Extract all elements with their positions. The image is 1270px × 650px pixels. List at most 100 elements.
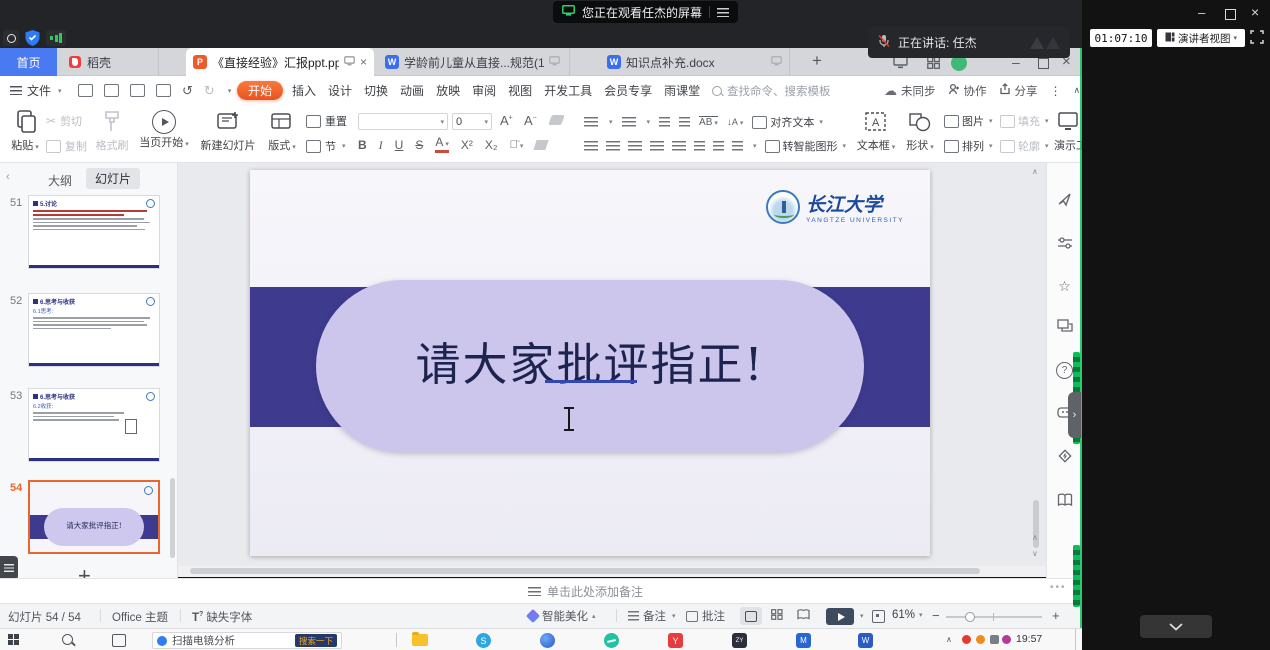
- slide-thumbnail-53[interactable]: 6.思考与收获 6.2收获:: [28, 388, 160, 462]
- menu-item-slideshow[interactable]: 放映: [436, 82, 460, 99]
- arrange-button[interactable]: 排列▾: [944, 138, 993, 154]
- menu-item-view[interactable]: 视图: [508, 82, 532, 99]
- chevron-down-icon[interactable]: ▾: [228, 87, 232, 95]
- panel-scrollbar[interactable]: [170, 478, 175, 558]
- tray-icon[interactable]: [1002, 635, 1011, 644]
- to-smartart-button[interactable]: 转智能图形▾: [765, 138, 847, 154]
- app-icon-6[interactable]: M: [796, 633, 811, 648]
- clear-format-icon[interactable]: [548, 115, 565, 125]
- column-spacing-icon[interactable]: [713, 141, 724, 151]
- scroll-up-icon[interactable]: ∧: [1032, 167, 1038, 176]
- font-name-combo[interactable]: ▾: [358, 113, 448, 130]
- cut-button[interactable]: ✂剪切: [46, 113, 82, 129]
- reading-view-button[interactable]: [792, 607, 814, 625]
- fit-window-icon[interactable]: [872, 610, 885, 623]
- slide-thumbnail-54-selected[interactable]: 请大家批评指正!: [28, 480, 160, 554]
- tray-icon[interactable]: [976, 635, 985, 644]
- increase-indent-icon[interactable]: [679, 117, 690, 127]
- workspace-grid-icon[interactable]: [927, 56, 940, 72]
- fill-button[interactable]: 填充▾: [1000, 113, 1049, 129]
- rocket-icon[interactable]: [1057, 191, 1073, 210]
- notes-resize-handle[interactable]: •••: [1050, 582, 1067, 593]
- comments-button[interactable]: 批注: [686, 608, 725, 624]
- tray-icon[interactable]: [962, 635, 971, 644]
- subscript-button[interactable]: X₂: [485, 138, 498, 152]
- command-search[interactable]: 查找命令、搜索模板: [712, 76, 831, 105]
- app-icon-3[interactable]: [604, 633, 619, 648]
- sidebar-restore-button[interactable]: [1225, 9, 1236, 20]
- file-menu[interactable]: 文件 ▾: [10, 76, 62, 105]
- menu-item-rainclass[interactable]: 雨课堂: [664, 82, 700, 99]
- fullscreen-icon[interactable]: [1250, 30, 1264, 47]
- italic-button[interactable]: I: [379, 138, 383, 153]
- watching-banner[interactable]: 您正在观看任杰的屏幕: [553, 1, 738, 23]
- menu-item-transition[interactable]: 切换: [364, 82, 388, 99]
- sidebar-minimize-button[interactable]: –: [1198, 6, 1205, 20]
- decrease-indent-icon[interactable]: [659, 117, 670, 127]
- highlight-button[interactable]: [534, 140, 549, 150]
- taskbar-search-icon[interactable]: [62, 634, 73, 645]
- zoom-level[interactable]: 61%▾: [892, 609, 923, 621]
- tab-docer[interactable]: 稻壳: [57, 48, 159, 76]
- new-tab-button[interactable]: +: [812, 51, 822, 71]
- menu-item-home[interactable]: 开始: [237, 81, 283, 100]
- duplicate-icon[interactable]: [1057, 319, 1073, 336]
- missing-font-button[interactable]: T? 缺失字体: [192, 609, 252, 625]
- taskbar-search-button[interactable]: 搜索一下: [295, 634, 337, 647]
- banner-menu-icon[interactable]: [717, 8, 729, 17]
- menu-item-animation[interactable]: 动画: [400, 82, 424, 99]
- more-options-icon[interactable]: ⋮: [1050, 84, 1062, 98]
- superscript-button[interactable]: X²: [461, 138, 473, 152]
- picture-button[interactable]: 图片▾: [944, 113, 993, 129]
- align-right-icon[interactable]: [628, 141, 642, 151]
- task-view-icon[interactable]: [112, 634, 126, 647]
- tab-document-3[interactable]: W 知识点补充.docx: [600, 48, 790, 76]
- align-center-icon[interactable]: [606, 141, 620, 151]
- increase-font-button[interactable]: A+: [500, 113, 513, 128]
- theme-label[interactable]: Office 主题: [112, 609, 168, 625]
- sync-status[interactable]: ☁ 未同步: [884, 83, 936, 99]
- collapse-panel-icon[interactable]: ‹: [6, 171, 10, 183]
- app-icon-1[interactable]: S: [476, 633, 491, 648]
- outline-tab[interactable]: 大纲: [48, 172, 72, 189]
- app-icon-5[interactable]: ZY: [732, 633, 747, 648]
- text-direction-icon[interactable]: AB▾: [699, 116, 718, 128]
- text-box-button[interactable]: A 文本框▾: [854, 110, 898, 153]
- numbered-list-icon[interactable]: [622, 117, 636, 127]
- present-tool-button[interactable]: 演示工具: [1054, 110, 1082, 153]
- window-maximize-button[interactable]: [1038, 58, 1049, 69]
- star-effects-icon[interactable]: ☆: [1058, 279, 1071, 293]
- redo-icon[interactable]: ↻: [204, 84, 215, 97]
- slide-thumbnail-52[interactable]: 6.思考与收获 6.1思考:: [28, 293, 160, 367]
- notes-bar[interactable]: 单击此处添加备注 •••: [0, 578, 1082, 603]
- line-spacing-icon[interactable]: [732, 141, 743, 151]
- font-color-button[interactable]: A▾: [435, 137, 449, 153]
- row-spacing-icon[interactable]: [694, 141, 705, 151]
- zoom-out-button[interactable]: −: [932, 608, 940, 623]
- strikethrough-button[interactable]: S: [415, 138, 423, 152]
- outline-button[interactable]: 轮廓▾: [1000, 138, 1049, 154]
- menu-item-review[interactable]: 审阅: [472, 82, 496, 99]
- collaborate-button[interactable]: 协作: [948, 83, 987, 99]
- tab-home[interactable]: 首页: [0, 48, 57, 76]
- save-icon[interactable]: [78, 84, 93, 97]
- menu-item-member[interactable]: 会员专享: [604, 82, 652, 99]
- slides-tab[interactable]: 幻灯片: [86, 168, 140, 189]
- tray-chevron-up-icon[interactable]: ∧: [946, 635, 952, 644]
- layout-button[interactable]: 版式▾: [262, 110, 302, 153]
- slide[interactable]: 请大家批评指正! 长江大学 YANGTZE UNIVERSITY: [250, 170, 930, 556]
- undo-icon[interactable]: ↺: [182, 84, 193, 97]
- zoom-slider-track[interactable]: [946, 616, 1042, 618]
- new-slide-button[interactable]: 新建幻灯片: [198, 110, 258, 153]
- align-distribute-icon[interactable]: [672, 141, 686, 151]
- view-mode-selector[interactable]: 演讲者视图 ▾: [1157, 29, 1245, 47]
- canvas-scrollbar[interactable]: ∧ ∧ ∨: [1030, 165, 1042, 565]
- tab-document-active[interactable]: P 《直接经验》汇报ppt.pptx ×: [186, 48, 374, 76]
- copy-button[interactable]: 复制: [46, 138, 87, 154]
- previous-slide-icon[interactable]: ∧: [1032, 533, 1038, 542]
- help-icon[interactable]: ?: [1056, 362, 1073, 379]
- lightning-icon[interactable]: [1057, 448, 1073, 467]
- floating-list-widget[interactable]: [0, 556, 18, 580]
- reset-button[interactable]: 重置: [306, 113, 347, 129]
- paste-button[interactable]: 粘贴▾: [8, 110, 42, 153]
